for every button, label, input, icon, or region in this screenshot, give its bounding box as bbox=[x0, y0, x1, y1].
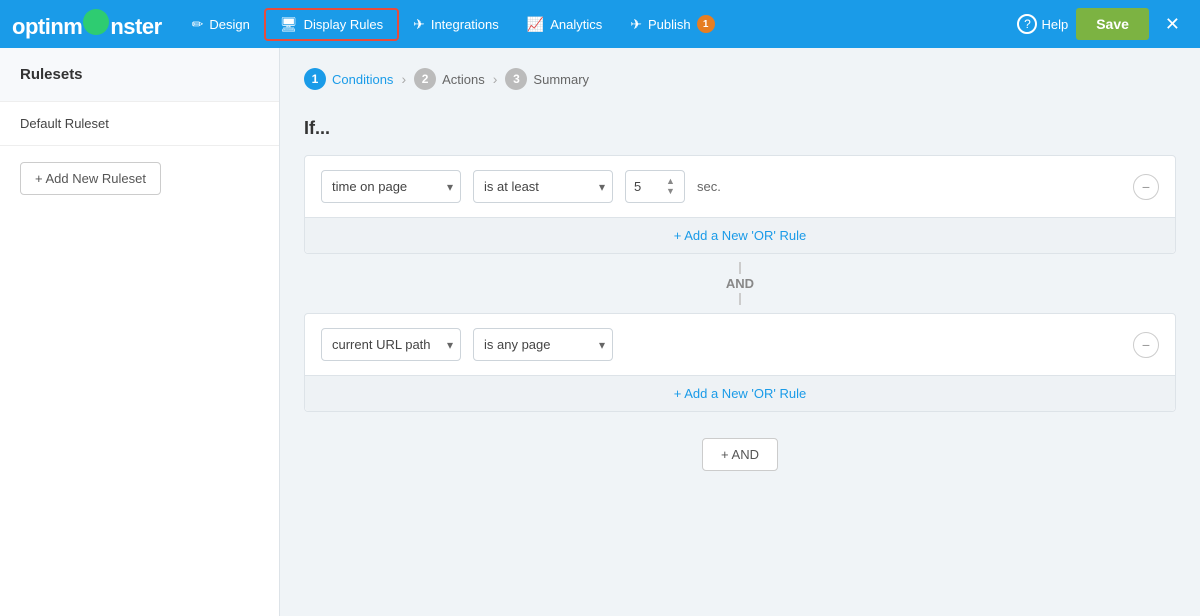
nav-publish-label: Publish bbox=[648, 17, 691, 32]
nav-design-label: Design bbox=[209, 17, 249, 32]
step-actions[interactable]: 2 Actions bbox=[414, 68, 485, 90]
add-and-button[interactable]: + AND bbox=[702, 438, 778, 471]
nav-integrations-label: Integrations bbox=[431, 17, 499, 32]
publish-icon: ✈ bbox=[630, 16, 642, 33]
step-2-num: 2 bbox=[414, 68, 436, 90]
condition-select-wrapper-2: current URL path time on page device scr… bbox=[321, 328, 461, 361]
sidebar: Rulesets Default Ruleset + Add New Rules… bbox=[0, 48, 280, 616]
step-summary[interactable]: 3 Summary bbox=[505, 68, 589, 90]
step-3-label: Summary bbox=[533, 72, 589, 87]
top-navigation: optinmnster ✏ Design 🖥 Display Rules ✈ I… bbox=[0, 0, 1200, 48]
rule-row-2: current URL path time on page device scr… bbox=[305, 314, 1175, 375]
operator-select-2[interactable]: is any page contains does not contain is… bbox=[473, 328, 613, 361]
condition-select-wrapper-1: time on page current URL path device scr… bbox=[321, 170, 461, 203]
nav-display-rules[interactable]: 🖥 Display Rules bbox=[264, 8, 399, 41]
rule-group-2: current URL path time on page device scr… bbox=[304, 313, 1176, 412]
step-conditions[interactable]: 1 Conditions bbox=[304, 68, 393, 90]
help-icon: ? bbox=[1017, 14, 1037, 34]
add-or-rule-1-button[interactable]: + Add a New 'OR' Rule bbox=[305, 217, 1175, 253]
add-ruleset-button[interactable]: + Add New Ruleset bbox=[20, 162, 161, 195]
nav-publish[interactable]: ✈ Publish 1 bbox=[616, 9, 728, 39]
rule-group-1: time on page current URL path device scr… bbox=[304, 155, 1176, 254]
remove-rule-1-button[interactable]: − bbox=[1133, 174, 1159, 200]
step-3-num: 3 bbox=[505, 68, 527, 90]
nav-items: ✏ Design 🖥 Display Rules ✈ Integrations … bbox=[178, 8, 1018, 41]
default-ruleset-item[interactable]: Default Ruleset bbox=[0, 102, 279, 146]
sec-label: sec. bbox=[697, 179, 721, 194]
content-area: 1 Conditions › 2 Actions › 3 Summary If.… bbox=[280, 48, 1200, 616]
operator-select-wrapper-2: is any page contains does not contain is… bbox=[473, 328, 613, 361]
nav-analytics[interactable]: 📈 Analytics bbox=[513, 10, 616, 39]
help-button[interactable]: ? Help bbox=[1017, 14, 1068, 34]
and-line-top bbox=[739, 262, 741, 274]
publish-badge: 1 bbox=[697, 15, 715, 33]
design-icon: ✏ bbox=[192, 16, 204, 33]
nav-integrations[interactable]: ✈ Integrations bbox=[399, 10, 513, 39]
remove-rule-2-button[interactable]: − bbox=[1133, 332, 1159, 358]
and-connector: AND bbox=[304, 262, 1176, 305]
step-2-label: Actions bbox=[442, 72, 485, 87]
steps-breadcrumb: 1 Conditions › 2 Actions › 3 Summary bbox=[304, 68, 1176, 90]
nav-design[interactable]: ✏ Design bbox=[178, 10, 264, 39]
main-layout: Rulesets Default Ruleset + Add New Rules… bbox=[0, 48, 1200, 616]
step-arrow-1: › bbox=[401, 71, 406, 87]
nav-analytics-label: Analytics bbox=[550, 17, 602, 32]
sidebar-header: Rulesets bbox=[0, 48, 279, 102]
if-label: If... bbox=[304, 118, 1176, 139]
add-or-rule-2-button[interactable]: + Add a New 'OR' Rule bbox=[305, 375, 1175, 411]
logo-monster-icon bbox=[83, 9, 109, 35]
logo: optinmnster bbox=[12, 8, 162, 40]
help-label: Help bbox=[1041, 17, 1068, 32]
logo-text: optinmnster bbox=[12, 8, 162, 40]
condition-select-2[interactable]: current URL path time on page device scr… bbox=[321, 328, 461, 361]
step-1-num: 1 bbox=[304, 68, 326, 90]
step-arrow-2: › bbox=[493, 71, 498, 87]
rule-row-1: time on page current URL path device scr… bbox=[305, 156, 1175, 217]
condition-select-1[interactable]: time on page current URL path device scr… bbox=[321, 170, 461, 203]
num-down-arrow[interactable]: ▼ bbox=[666, 187, 675, 196]
nav-right: ? Help Save ✕ bbox=[1017, 8, 1188, 40]
analytics-icon: 📈 bbox=[527, 16, 544, 33]
operator-select-wrapper-1: is at least is less than is exactly bbox=[473, 170, 613, 203]
operator-select-1[interactable]: is at least is less than is exactly bbox=[473, 170, 613, 203]
display-rules-icon: 🖥 bbox=[280, 16, 298, 33]
number-input-wrapper: ▲ ▼ bbox=[625, 170, 685, 203]
and-label: AND bbox=[726, 274, 754, 293]
number-input[interactable] bbox=[634, 179, 664, 194]
and-line-bottom bbox=[739, 293, 741, 305]
close-button[interactable]: ✕ bbox=[1157, 10, 1188, 39]
nav-display-rules-label: Display Rules bbox=[304, 17, 383, 32]
save-button[interactable]: Save bbox=[1076, 8, 1149, 40]
step-1-label: Conditions bbox=[332, 72, 393, 87]
number-arrows: ▲ ▼ bbox=[666, 177, 675, 196]
integrations-icon: ✈ bbox=[413, 16, 425, 33]
num-up-arrow[interactable]: ▲ bbox=[666, 177, 675, 186]
